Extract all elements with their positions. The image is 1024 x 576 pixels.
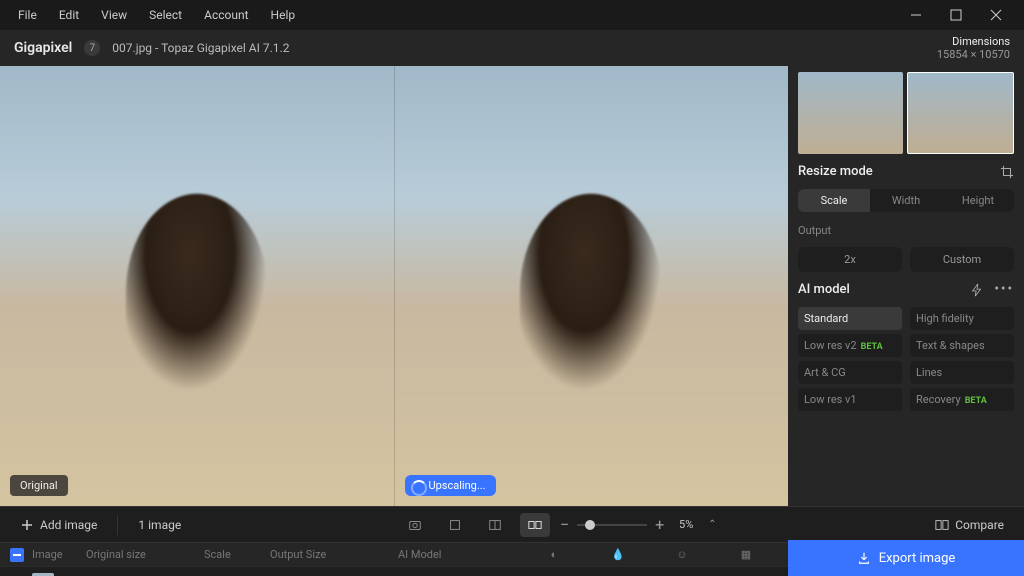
- model-text-shapes[interactable]: Text & shapes: [910, 334, 1014, 357]
- zoom-out[interactable]: −: [560, 515, 569, 534]
- export-icon: [857, 551, 871, 565]
- main-area: Original Upscaling... Resize mode Scale …: [0, 66, 1024, 506]
- plus-icon: [20, 518, 34, 532]
- model-recovery[interactable]: RecoveryBETA: [910, 388, 1014, 411]
- camera-icon[interactable]: [400, 513, 430, 537]
- menu-edit[interactable]: Edit: [49, 4, 89, 26]
- select-all-checkbox[interactable]: [10, 548, 24, 562]
- ai-model-grid: Standard High fidelity Low res v2BETA Te…: [798, 307, 1014, 411]
- upscaling-badge: Upscaling...: [405, 475, 496, 496]
- model-lines[interactable]: Lines: [910, 361, 1014, 384]
- header-original: Original size: [86, 548, 196, 561]
- model-low-res-v1[interactable]: Low res v1: [798, 388, 902, 411]
- brand-name: Gigapixel: [14, 40, 72, 56]
- row-thumbnail: [32, 573, 54, 576]
- tab-height[interactable]: Height: [942, 189, 1014, 212]
- resize-mode-tabs: Scale Width Height: [798, 189, 1014, 212]
- header-model: AI Model: [398, 548, 518, 561]
- brand-version-badge: 7: [84, 40, 100, 56]
- output-options: 2x Custom: [798, 247, 1014, 272]
- output-custom[interactable]: Custom: [910, 247, 1014, 272]
- document-title: 007.jpg - Topaz Gigapixel AI 7.1.2: [112, 41, 289, 55]
- titlebar: File Edit View Select Account Help: [0, 0, 1024, 30]
- ai-model-title: AI model: [798, 282, 850, 297]
- maximize-button[interactable]: [936, 0, 976, 30]
- dimensions-value: 15854 × 10570: [937, 48, 1010, 61]
- header-output: Output Size: [270, 548, 390, 561]
- header-icon: ▦: [718, 548, 774, 561]
- tab-width[interactable]: Width: [870, 189, 942, 212]
- zoom-chevron-icon[interactable]: ⌃: [708, 519, 716, 530]
- view-side-by-side[interactable]: [520, 513, 550, 537]
- model-standard[interactable]: Standard: [798, 307, 902, 330]
- side-panel: Resize mode Scale Width Height Output 2x…: [788, 66, 1024, 506]
- close-button[interactable]: [976, 0, 1016, 30]
- menu-select[interactable]: Select: [139, 4, 192, 26]
- view-split[interactable]: [480, 513, 510, 537]
- menu-account[interactable]: Account: [194, 4, 258, 26]
- thumbnail-strip: [798, 72, 1014, 154]
- add-image-button[interactable]: Add image: [10, 512, 107, 538]
- zoom-value[interactable]: 5%: [672, 518, 700, 531]
- ai-model-header: AI model •••: [798, 282, 1014, 297]
- subheader: Gigapixel 7 007.jpg - Topaz Gigapixel AI…: [0, 30, 1024, 66]
- preview-original: Original: [0, 66, 394, 506]
- dimensions-label: Dimensions: [937, 35, 1010, 48]
- dimensions-readout: Dimensions 15854 × 10570: [937, 35, 1010, 61]
- zoom-slider[interactable]: [577, 524, 647, 526]
- export-button[interactable]: Export image: [788, 540, 1024, 576]
- header-icon: 💧: [590, 548, 646, 561]
- output-2x[interactable]: 2x: [798, 247, 902, 272]
- menu-help[interactable]: Help: [261, 4, 306, 26]
- output-label: Output: [798, 224, 1014, 237]
- main-menu: File Edit View Select Account Help: [8, 4, 305, 26]
- zoom-in[interactable]: +: [655, 515, 664, 534]
- model-low-res-v2[interactable]: Low res v2BETA: [798, 334, 902, 357]
- header-image: Image: [32, 548, 78, 561]
- menu-file[interactable]: File: [8, 4, 47, 26]
- crop-icon[interactable]: [1000, 165, 1014, 179]
- header-scale: Scale: [204, 548, 262, 561]
- compare-icon: [935, 518, 949, 532]
- compare-button[interactable]: Compare: [925, 512, 1014, 538]
- original-badge: Original: [10, 475, 68, 496]
- tab-scale[interactable]: Scale: [798, 189, 870, 212]
- preview-upscaled: Upscaling...: [394, 66, 789, 506]
- window-controls: [896, 0, 1016, 30]
- minimize-button[interactable]: [896, 0, 936, 30]
- header-icon: ☺: [654, 548, 710, 561]
- more-icon[interactable]: •••: [994, 282, 1014, 297]
- preview-pane[interactable]: Original Upscaling...: [0, 66, 788, 506]
- bottom-toolbar: Add image 1 image − + 5% ⌃ Compare: [0, 506, 1024, 542]
- bolt-icon[interactable]: [970, 283, 984, 297]
- thumbnail[interactable]: [798, 72, 903, 154]
- resize-mode-header: Resize mode: [798, 164, 1014, 179]
- thumbnail-selected[interactable]: [907, 72, 1014, 154]
- model-high-fidelity[interactable]: High fidelity: [910, 307, 1014, 330]
- menu-view[interactable]: View: [91, 4, 137, 26]
- resize-mode-title: Resize mode: [798, 164, 873, 179]
- model-art-cg[interactable]: Art & CG: [798, 361, 902, 384]
- header-icon: ◐: [526, 548, 582, 561]
- zoom-control: − + 5% ⌃: [560, 515, 717, 534]
- image-count: 1 image: [128, 512, 191, 538]
- view-single[interactable]: [440, 513, 470, 537]
